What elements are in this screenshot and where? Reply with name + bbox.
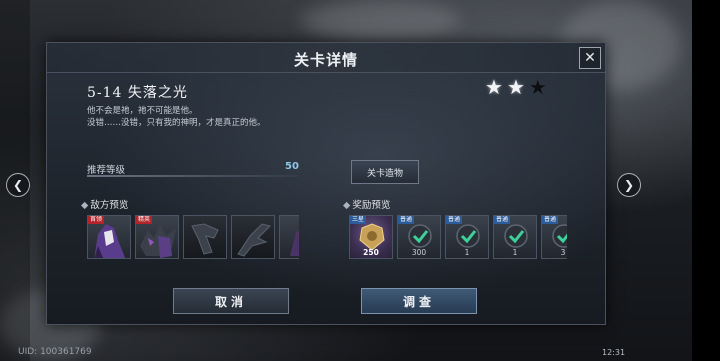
- enemy-tile[interactable]: [279, 215, 299, 259]
- reward-count: 3: [560, 248, 566, 257]
- enemy-tag-badge: 精英: [136, 216, 153, 224]
- recommended-level-row: 推荐等级: [87, 161, 299, 177]
- shadow-claw-portrait-icon: [191, 223, 219, 255]
- enemy-preview-label: 敌方预览: [90, 200, 129, 211]
- star-empty-icon: ★: [528, 75, 547, 99]
- reward-tile[interactable]: 普通 3: [541, 215, 567, 259]
- next-stage-button[interactable]: ❯: [617, 173, 641, 197]
- right-edge-bar: [692, 0, 720, 361]
- close-icon: ✕: [584, 50, 596, 66]
- reward-tile[interactable]: 普通 300: [397, 215, 441, 259]
- clock: 12:31: [602, 348, 626, 357]
- reward-count: 300: [411, 248, 427, 257]
- stage-description: 他不会是祂，祂不可能是他。 没错……没错，只有我的神明，才是真正的他。: [87, 105, 266, 129]
- diamond-bullet-icon: ◆: [81, 200, 89, 211]
- cancel-button[interactable]: 取消: [173, 288, 289, 314]
- stage-description-line: 没错……没错，只有我的神明，才是真正的他。: [87, 118, 266, 128]
- shadow-blade-portrait-icon: [237, 223, 271, 257]
- reward-count: 1: [512, 248, 518, 257]
- chevron-right-icon: ❯: [623, 178, 635, 192]
- user-id: UID: 100361769: [18, 347, 92, 357]
- reward-tile[interactable]: 普通 1: [493, 215, 537, 259]
- reward-tag-badge: 普通: [398, 216, 415, 224]
- reward-tag-badge: 普通: [542, 216, 559, 224]
- investigate-button[interactable]: 调查: [361, 288, 477, 314]
- stage-detail-dialog: 关卡详情 ✕ 5-14 失落之光 他不会是祂，祂不可能是他。 没错……没错，只有…: [46, 42, 606, 325]
- reward-preview-label: 奖励预览: [352, 200, 391, 211]
- enemy-tile[interactable]: [231, 215, 275, 259]
- stage-description-line: 他不会是祂，祂不可能是他。: [87, 106, 198, 116]
- enemy-tile[interactable]: 精英: [135, 215, 179, 259]
- reward-tag-badge: 三星: [350, 216, 367, 224]
- shadow-figure-portrait-icon: [290, 229, 299, 256]
- reward-count: 250: [363, 248, 379, 257]
- close-button[interactable]: ✕: [579, 47, 601, 69]
- reward-preview-heading: ◆ 奖励预览: [343, 197, 390, 211]
- star-filled-icon: ★: [506, 75, 525, 99]
- star-rating: ★ ★ ★: [485, 77, 547, 97]
- enemy-tag-badge: 首领: [88, 216, 105, 224]
- reward-tile[interactable]: 三星 250: [349, 215, 393, 259]
- recommended-level-value: 50: [285, 161, 299, 172]
- prev-stage-button[interactable]: ❮: [6, 173, 30, 197]
- reward-tile[interactable]: 普通 1: [445, 215, 489, 259]
- dialog-header: 关卡详情: [47, 43, 605, 73]
- enemy-preview-heading: ◆ 敌方预览: [81, 197, 128, 211]
- level-divider: [87, 175, 299, 177]
- diamond-bullet-icon: ◆: [343, 200, 351, 211]
- stage-title: 5-14 失落之光: [87, 85, 188, 101]
- reward-tag-badge: 普通: [494, 216, 511, 224]
- dialog-title: 关卡详情: [293, 51, 358, 69]
- reward-tag-badge: 普通: [446, 216, 463, 224]
- star-filled-icon: ★: [485, 75, 503, 99]
- recommended-level-label: 推荐等级: [87, 165, 126, 176]
- reward-list: 三星 250 普通 300 普通 1 普通 1 普通 3: [349, 215, 567, 259]
- reward-count: 1: [464, 248, 470, 257]
- enemy-tile[interactable]: [183, 215, 227, 259]
- stage-artifact-button[interactable]: 关卡造物: [351, 160, 419, 184]
- chevron-left-icon: ❮: [12, 178, 24, 192]
- enemy-tile[interactable]: 首领: [87, 215, 131, 259]
- enemy-list: 首领 精英: [87, 215, 299, 259]
